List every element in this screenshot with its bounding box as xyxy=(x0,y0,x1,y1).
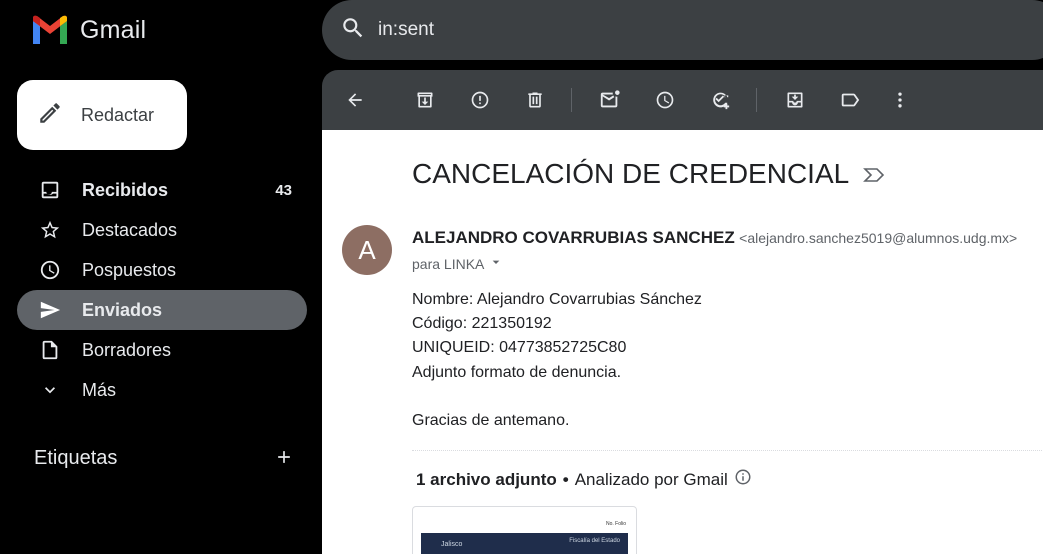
attachments-header: 1 archivo adjunto • Analizado por Gmail xyxy=(416,468,752,491)
thumbnail-folio: No. Folio xyxy=(605,521,626,527)
sidebar-item-label: Enviados xyxy=(82,299,163,320)
attachments-divider xyxy=(412,450,1043,451)
attachment-count: 1 archivo adjunto xyxy=(416,469,557,489)
info-icon[interactable] xyxy=(734,468,752,491)
move-to-icon[interactable] xyxy=(783,88,807,112)
sidebar-item-inbox[interactable]: Recibidos 43 xyxy=(17,170,307,210)
toolbar-divider xyxy=(571,88,572,112)
more-icon[interactable] xyxy=(888,88,912,112)
gmail-m-icon xyxy=(33,15,67,44)
subject-text: CANCELACIÓN DE CREDENCIAL xyxy=(412,158,850,189)
sidebar-item-starred[interactable]: Destacados xyxy=(17,210,307,250)
body-line: UNIQUEID: 04773852725C80 xyxy=(412,339,627,357)
snooze-icon[interactable] xyxy=(653,88,677,112)
thumbnail-header-band: Jalisco Fiscalía del Estado xyxy=(421,533,628,554)
clock-icon xyxy=(37,257,63,283)
sender-info: ALEJANDRO COVARRUBIAS SANCHEZ <alejandro… xyxy=(412,228,1017,248)
sender-name[interactable]: ALEJANDRO COVARRUBIAS SANCHEZ xyxy=(412,228,735,247)
attachment-thumbnail[interactable]: No. Folio Jalisco Fiscalía del Estado xyxy=(412,506,637,554)
sidebar-item-label: Destacados xyxy=(82,219,178,240)
importance-marker-icon[interactable] xyxy=(863,158,885,190)
sidebar-nav: Recibidos 43 Destacados Pospuestos Envia… xyxy=(17,170,307,410)
avatar[interactable]: A xyxy=(342,225,392,275)
body-line: Adjunto formato de denuncia. xyxy=(412,363,622,381)
thumbnail-right-text: Fiscalía del Estado xyxy=(569,538,620,544)
thumbnail-left-text: Jalisco xyxy=(441,541,463,548)
unread-count: 43 xyxy=(275,181,292,199)
email-body: Nombre: Alejandro Covarrubias Sánchez Có… xyxy=(412,288,702,433)
label-icon[interactable] xyxy=(838,88,862,112)
pencil-icon xyxy=(37,100,63,131)
sidebar-item-label: Recibidos xyxy=(82,179,169,200)
sidebar-item-label: Más xyxy=(82,379,117,400)
sender-email: <alejandro.sanchez5019@alumnos.udg.mx> xyxy=(739,230,1018,246)
body-line: Gracias de antemano. xyxy=(412,412,570,430)
labels-section: Etiquetas xyxy=(34,444,294,472)
message-toolbar xyxy=(322,70,1043,130)
message-view: CANCELACIÓN DE CREDENCIAL A ALEJANDRO CO… xyxy=(322,130,1043,554)
sidebar-item-more[interactable]: Más xyxy=(17,370,307,410)
email-subject: CANCELACIÓN DE CREDENCIAL xyxy=(412,158,885,190)
search-bar xyxy=(322,0,1043,60)
caret-down-icon xyxy=(488,254,504,273)
draft-icon xyxy=(37,337,63,363)
delete-icon[interactable] xyxy=(523,88,547,112)
mark-unread-icon[interactable] xyxy=(598,88,622,112)
body-line xyxy=(412,385,702,409)
send-icon xyxy=(37,297,63,323)
compose-button[interactable]: Redactar xyxy=(17,80,187,150)
inbox-icon xyxy=(37,177,63,203)
chevron-down-icon xyxy=(37,377,63,403)
back-arrow-icon[interactable] xyxy=(343,88,367,112)
sidebar-item-label: Pospuestos xyxy=(82,259,177,280)
gmail-logo[interactable]: Gmail xyxy=(30,14,146,46)
sidebar-item-snoozed[interactable]: Pospuestos xyxy=(17,250,307,290)
report-spam-icon[interactable] xyxy=(468,88,492,112)
star-icon xyxy=(37,217,63,243)
app-name: Gmail xyxy=(80,15,147,44)
body-line: Código: 221350192 xyxy=(412,315,552,333)
add-label-icon[interactable] xyxy=(274,444,294,472)
recipient-text: para LINKA xyxy=(412,255,485,272)
sidebar-item-label: Borradores xyxy=(82,339,172,360)
body-line: Nombre: Alejandro Covarrubias Sánchez xyxy=(412,291,702,308)
scan-label: Analizado por Gmail xyxy=(574,469,728,489)
search-icon[interactable] xyxy=(340,15,366,46)
labels-title: Etiquetas xyxy=(34,446,118,469)
sidebar-item-drafts[interactable]: Borradores xyxy=(17,330,307,370)
add-task-icon[interactable] xyxy=(708,88,732,112)
search-input[interactable] xyxy=(378,19,978,41)
recipient-details[interactable]: para LINKA xyxy=(412,254,504,273)
toolbar-divider xyxy=(756,88,757,112)
sidebar-item-sent[interactable]: Enviados xyxy=(17,290,307,330)
compose-label: Redactar xyxy=(81,104,155,125)
separator-dot: • xyxy=(562,469,569,489)
archive-icon[interactable] xyxy=(413,88,437,112)
